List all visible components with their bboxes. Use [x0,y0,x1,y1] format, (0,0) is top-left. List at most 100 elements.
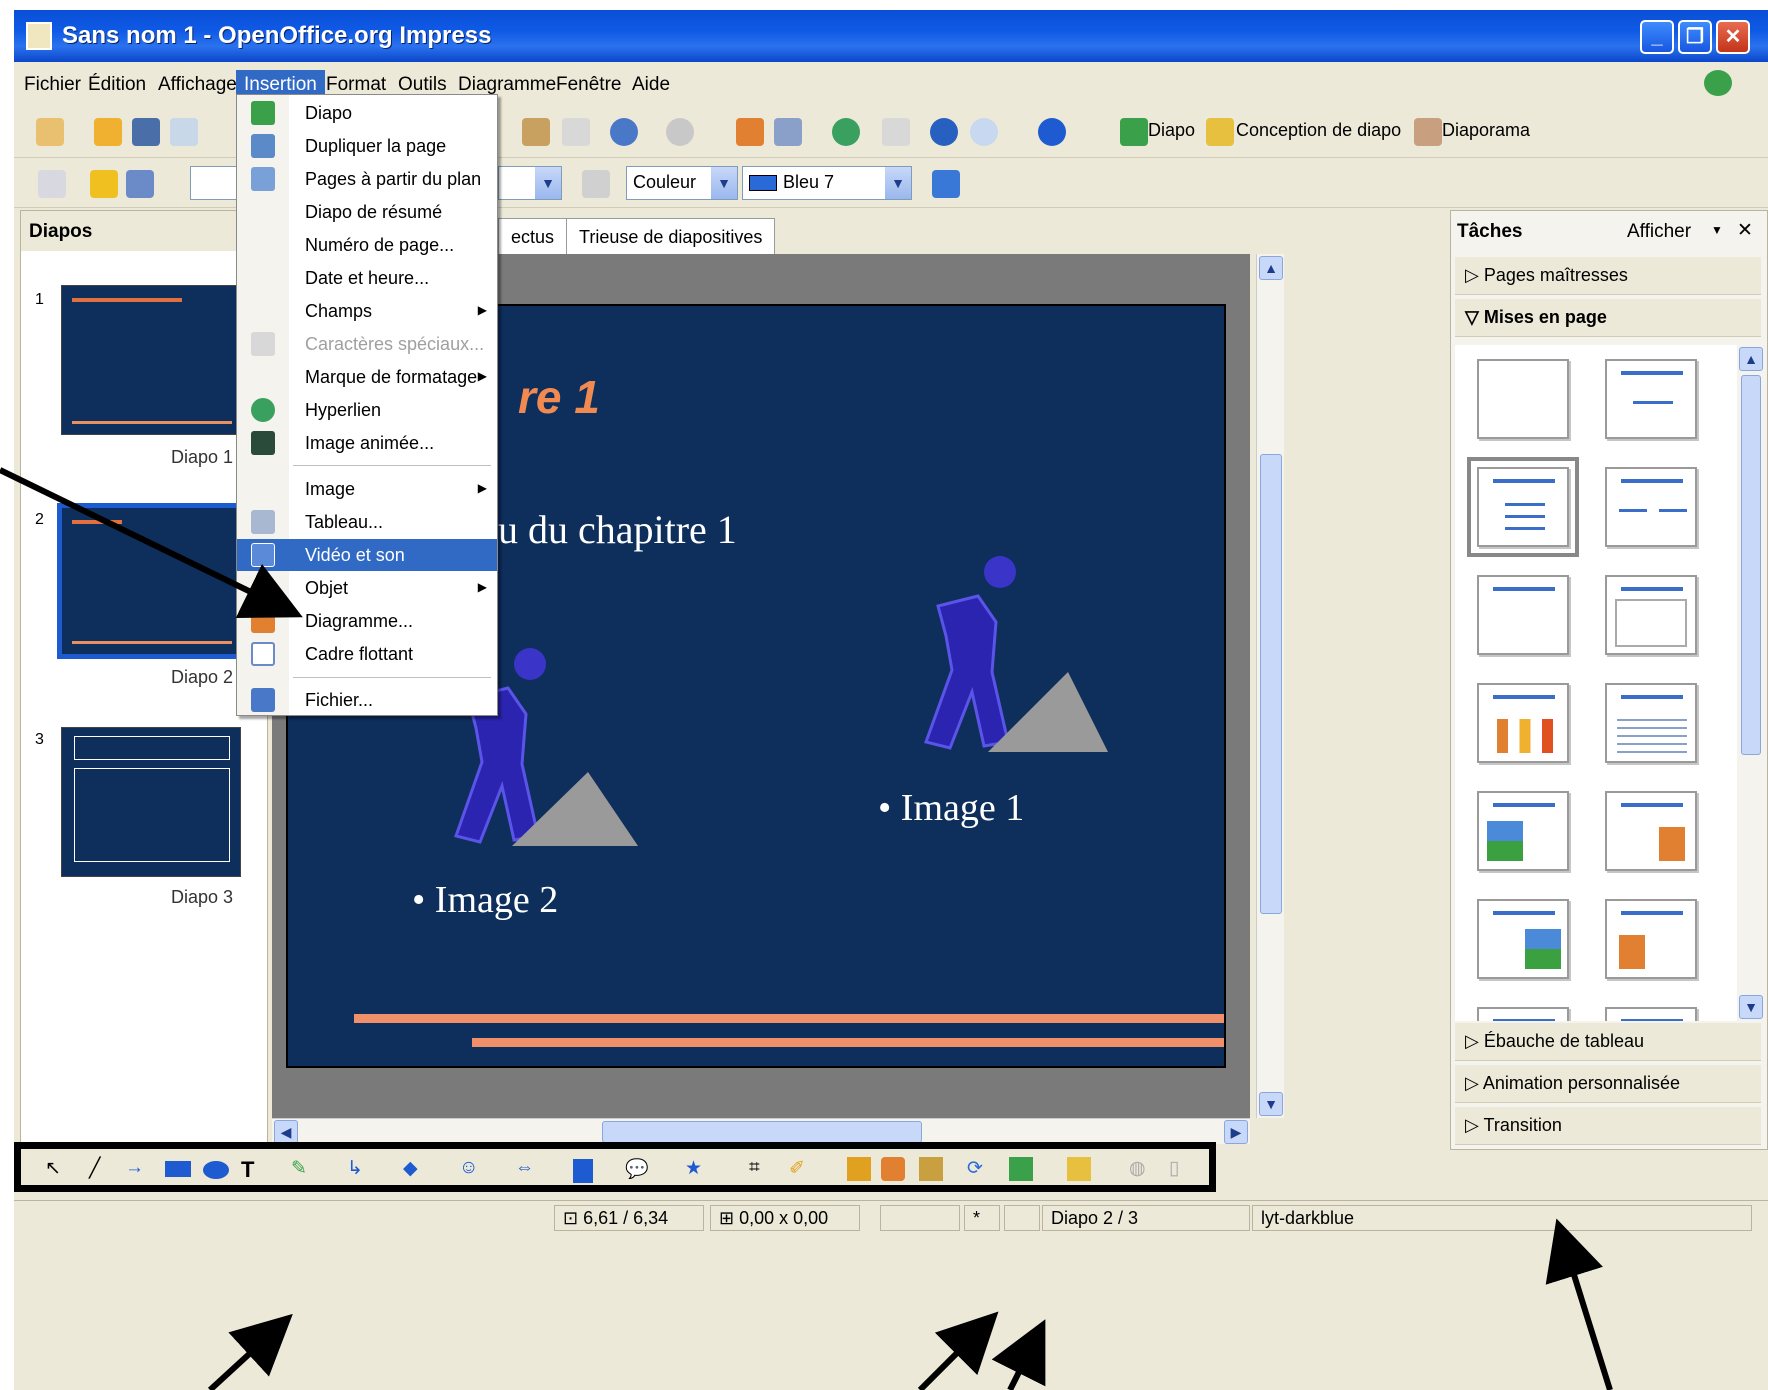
diapo-toolbar-label[interactable]: Diapo [1148,120,1195,141]
menu-item-video-sound[interactable]: Vidéo et son [237,539,497,571]
fill-color-select[interactable]: Bleu 7 ▼ [742,166,912,200]
from-file-icon[interactable] [881,1157,905,1181]
layout-text-chart[interactable] [1605,791,1697,871]
scroll-thumb[interactable] [1260,454,1282,914]
menu-item-duplicate-page[interactable]: Dupliquer la page [237,130,497,162]
layout-chart-text[interactable] [1605,899,1697,979]
section-table-design[interactable]: ▷ Ébauche de tableau [1455,1023,1761,1061]
arrow-line-icon[interactable]: → [125,1157,149,1181]
layout-title-only[interactable] [1605,359,1697,439]
layout-chart[interactable] [1477,683,1569,763]
menu-item-page-number[interactable]: Numéro de page... [237,229,497,261]
open-icon[interactable] [94,118,122,146]
caption-image-2[interactable]: • Image 2 [412,878,558,922]
menu-item-animated-image[interactable]: Image animée... [237,427,497,459]
format-paintbrush-icon[interactable] [562,118,590,146]
horizontal-scrollbar[interactable]: ◀ ▶ [272,1118,1250,1144]
arrow-style-icon[interactable] [90,170,118,198]
flowchart-icon[interactable] [573,1159,593,1183]
zoom-field[interactable] [880,1205,960,1231]
slide-design-icon[interactable] [1206,118,1234,146]
diaporama-label[interactable]: Diaporama [1442,120,1530,141]
section-custom-animation[interactable]: ▷ Animation personnalisée [1455,1065,1761,1103]
menu-item-chart[interactable]: Diagramme... [237,605,497,637]
rotate-icon[interactable]: ⟳ [967,1157,991,1181]
tab-prospectus[interactable]: ectus [498,218,568,254]
redo-icon[interactable] [666,118,694,146]
menu-affichage[interactable]: Affichage [150,70,245,100]
menu-item-object[interactable]: Objet ▶ [237,572,497,604]
slide-thumbnail-3[interactable] [61,727,241,877]
minimize-button[interactable]: _ [1640,20,1674,54]
slide-thumbnail-1[interactable] [61,285,241,435]
diapo-icon[interactable] [1120,118,1148,146]
menu-item-date-time[interactable]: Date et heure... [237,262,497,294]
block-arrows-icon[interactable]: ⇔ [515,1157,539,1181]
scroll-left-button[interactable]: ◀ [274,1120,298,1144]
scroll-down-button[interactable]: ▼ [1739,995,1763,1019]
navigator-icon[interactable] [930,118,958,146]
stars-icon[interactable]: ★ [685,1157,709,1181]
select-arrow-icon[interactable]: ↖ [45,1157,69,1181]
scroll-up-button[interactable]: ▲ [1739,347,1763,371]
scroll-thumb[interactable] [602,1121,922,1143]
task-pane-scrollbar[interactable]: ▲ ▼ [1739,345,1763,1021]
menu-item-image[interactable]: Image ▶ [237,473,497,505]
layout-text-image[interactable] [1477,899,1569,979]
zoom-icon[interactable] [970,118,998,146]
fontwork-icon[interactable] [847,1157,871,1181]
caption-image-1[interactable]: • Image 1 [878,786,1024,830]
worker-clipart-1[interactable] [888,552,1118,762]
connector-icon[interactable]: ↳ [347,1157,371,1181]
basic-shapes-icon[interactable]: ◆ [403,1157,427,1181]
menu-fenetre[interactable]: Fenêtre [548,70,629,100]
slide-subtitle[interactable]: u du chapitre 1 [498,506,737,553]
shadow-icon[interactable] [932,170,960,198]
gallery-icon[interactable] [919,1157,943,1181]
menu-aide[interactable]: Aide [624,70,678,100]
layout-more[interactable] [1477,1007,1569,1021]
callouts-icon[interactable]: 💬 [625,1157,649,1181]
close-button[interactable]: ✕ [1716,20,1750,54]
fill-type-select[interactable]: Couleur ▼ [626,166,738,200]
scroll-thumb[interactable] [1741,375,1761,755]
layout-image-text[interactable] [1477,791,1569,871]
text-tool-icon[interactable]: T [241,1157,265,1182]
vertical-scrollbar[interactable]: ▲ ▼ [1256,254,1284,1118]
update-icon[interactable] [1704,70,1732,96]
scroll-right-button[interactable]: ▶ [1224,1120,1248,1144]
line-style-icon[interactable] [38,170,66,198]
table-icon[interactable] [774,118,802,146]
symbol-shapes-icon[interactable]: ☺ [459,1157,483,1181]
section-transition[interactable]: ▷ Transition [1455,1107,1761,1145]
tab-slide-sorter[interactable]: Trieuse de diapositives [566,218,776,254]
layout-table[interactable] [1605,683,1697,763]
restore-button[interactable]: ❐ [1678,20,1712,54]
menu-item-fields[interactable]: Champs ▶ [237,295,497,327]
save-icon[interactable] [132,118,160,146]
scroll-down-button[interactable]: ▼ [1259,1092,1283,1116]
conception-diapo-label[interactable]: Conception de diapo [1236,120,1401,141]
show-menu[interactable]: Afficher [1627,221,1691,243]
layout-title-box[interactable] [1477,575,1569,655]
section-layouts[interactable]: ▽ Mises en page [1455,299,1761,337]
grid-icon[interactable] [882,118,910,146]
curve-icon[interactable]: ✎ [291,1157,315,1181]
points-icon[interactable]: ⌗ [749,1157,773,1181]
help-icon[interactable] [1038,118,1066,146]
menu-fichier[interactable]: Fichier [16,70,89,100]
scroll-up-button[interactable]: ▲ [1259,256,1283,280]
line-icon[interactable]: ╱ [89,1157,113,1181]
undo-icon[interactable] [610,118,638,146]
line-width-select[interactable]: ▼ [498,166,562,200]
chevron-down-icon[interactable]: ▼ [1711,223,1723,237]
menu-item-pages-from-outline[interactable]: Pages à partir du plan [237,163,497,195]
layout-more[interactable] [1605,1007,1697,1021]
layout-title-frame[interactable] [1605,575,1697,655]
menu-item-summary-slide[interactable]: Diapo de résumé [237,196,497,228]
menu-item-file[interactable]: Fichier... [237,684,497,716]
close-icon[interactable]: ✕ [1737,219,1753,242]
menu-item-diapo[interactable]: Diapo [237,97,497,129]
fill-bucket-icon[interactable] [582,170,610,198]
slideshow-icon[interactable] [1414,118,1442,146]
